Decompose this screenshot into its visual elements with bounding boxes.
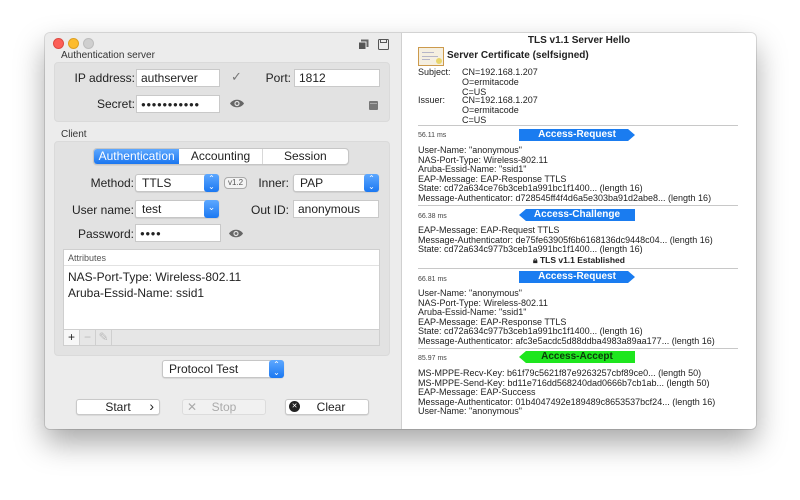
password-input[interactable]: ●●●● bbox=[135, 224, 221, 242]
config-panel: Authentication server IP address: authse… bbox=[45, 33, 401, 429]
attributes-list: Attributes NAS-Port-Type: Wireless-802.1… bbox=[63, 249, 380, 346]
method-value: TTLS bbox=[142, 176, 172, 190]
packet-body: MS-MPPE-Recv-Key: b61f79c5621f87e9263257… bbox=[418, 368, 716, 416]
add-attribute-button[interactable]: + bbox=[64, 330, 80, 345]
ip-address-label: IP address: bbox=[74, 71, 135, 85]
tls-hello-title: TLS v1.1 Server Hello bbox=[527, 35, 631, 46]
auth-server-section-label: Authentication server bbox=[61, 50, 155, 61]
issuer-value: CN=192.168.1.207 O=ermitacode C=US bbox=[462, 95, 538, 125]
packet-time: 56.11 ms bbox=[418, 132, 447, 139]
zoom-button[interactable] bbox=[83, 38, 94, 49]
checkmark-icon: ✓ bbox=[231, 69, 242, 84]
updown-chevron-icon: ⌃ ⌄ bbox=[269, 360, 284, 378]
subject-value: CN=192.168.1.207 O=ermitacode C=US bbox=[462, 67, 538, 97]
minimize-button[interactable] bbox=[68, 38, 79, 49]
tab-authentication[interactable]: Authentication bbox=[94, 149, 180, 164]
divider bbox=[418, 205, 738, 206]
test-mode-select[interactable]: Protocol Test ⌃ ⌄ bbox=[162, 360, 284, 378]
method-label: Method: bbox=[90, 176, 134, 190]
log-panel: TLS v1.1 Server Hello Server Certificate… bbox=[401, 33, 756, 429]
method-select[interactable]: TTLS ⌃ ⌄ bbox=[135, 174, 219, 192]
updown-chevron-icon: ⌃ ⌄ bbox=[204, 174, 219, 192]
attributes-toolbar: + − ✎ bbox=[64, 329, 379, 345]
divider bbox=[418, 125, 738, 126]
packet-type-tag: Access-Request bbox=[519, 271, 635, 283]
secret-label: Secret: bbox=[96, 97, 135, 111]
ip-address-input[interactable]: authserver bbox=[136, 69, 220, 87]
app-window: Authentication server IP address: authse… bbox=[45, 33, 756, 429]
divider bbox=[418, 348, 738, 349]
username-combobox[interactable]: test ⌄ bbox=[135, 200, 219, 218]
eye-icon[interactable] bbox=[228, 228, 244, 239]
subject-label: Subject: bbox=[418, 67, 451, 77]
certificate-icon bbox=[418, 47, 444, 66]
start-label: Start bbox=[105, 400, 131, 414]
packet-body: EAP-Message: EAP-Request TTLS Message-Au… bbox=[418, 225, 713, 254]
save-icon[interactable] bbox=[378, 39, 389, 50]
client-tabs: Authentication Accounting Session bbox=[93, 148, 349, 165]
inner-value: PAP bbox=[300, 176, 324, 190]
edit-attribute-button[interactable]: ✎ bbox=[96, 330, 112, 345]
secret-input[interactable]: ●●●●●●●●●●● bbox=[136, 95, 220, 113]
packet-body: User-Name: "anonymous" NAS-Port-Type: Wi… bbox=[418, 145, 712, 203]
stop-label: Stop bbox=[211, 400, 237, 414]
auth-server-group: IP address: authserver ✓ Port: 1812 Secr… bbox=[54, 62, 390, 122]
lock-icon: 🔒︎ bbox=[533, 255, 538, 265]
divider bbox=[418, 268, 738, 269]
x-icon: ✕ bbox=[187, 400, 198, 414]
username-label: User name: bbox=[71, 203, 134, 217]
drawer-icon[interactable] bbox=[369, 101, 378, 110]
port-input[interactable]: 1812 bbox=[294, 69, 380, 87]
tab-accounting[interactable]: Accounting bbox=[179, 149, 263, 164]
copy-icon[interactable] bbox=[358, 39, 369, 50]
close-button[interactable] bbox=[53, 38, 64, 49]
clear-label: Clear bbox=[316, 400, 346, 414]
updown-chevron-icon: ⌃ ⌄ bbox=[364, 174, 379, 192]
certificate-title: Server Certificate (selfsigned) bbox=[447, 50, 589, 61]
stop-button[interactable]: ✕ Stop bbox=[182, 399, 266, 415]
tab-session[interactable]: Session bbox=[263, 149, 348, 164]
tls-established-note: 🔒︎ TLS v1.1 Established bbox=[533, 255, 625, 265]
inner-select[interactable]: PAP ⌃ ⌄ bbox=[293, 174, 379, 192]
out-id-input[interactable]: anonymous bbox=[293, 200, 379, 218]
client-section-label: Client bbox=[61, 129, 87, 140]
packet-time: 66.38 ms bbox=[418, 213, 447, 220]
attribute-row[interactable]: NAS-Port-Type: Wireless-802.11 bbox=[64, 269, 379, 285]
packet-type-tag: Access-Request bbox=[519, 129, 635, 141]
packet-time: 66.81 ms bbox=[418, 276, 447, 283]
port-label: Port: bbox=[265, 71, 291, 85]
tls-version-badge: v1.2 bbox=[224, 177, 248, 189]
packet-body: User-Name: "anonymous" NAS-Port-Type: Wi… bbox=[418, 288, 715, 346]
clear-x-circle-icon: ✕ bbox=[289, 401, 300, 412]
inner-label: Inner: bbox=[258, 176, 289, 190]
password-label: Password: bbox=[77, 227, 134, 241]
chevron-right-icon: › bbox=[149, 398, 154, 414]
clear-button[interactable]: ✕ Clear bbox=[285, 399, 369, 415]
packet-type-tag: Access-Challenge bbox=[519, 209, 635, 221]
out-id-label: Out ID: bbox=[250, 203, 289, 217]
username-value: test bbox=[142, 202, 162, 216]
packet-time: 85.97 ms bbox=[418, 355, 447, 362]
packet-type-tag: Access-Accept bbox=[519, 351, 635, 363]
remove-attribute-button[interactable]: − bbox=[80, 330, 96, 345]
chevron-down-icon[interactable]: ⌄ bbox=[204, 200, 219, 218]
test-mode-value: Protocol Test bbox=[169, 362, 239, 376]
eye-icon[interactable] bbox=[229, 98, 245, 109]
attribute-row[interactable]: Aruba-Essid-Name: ssid1 bbox=[64, 285, 379, 301]
issuer-label: Issuer: bbox=[418, 95, 446, 105]
attributes-header: Attributes bbox=[64, 250, 379, 266]
start-button[interactable]: Start › bbox=[76, 399, 160, 415]
